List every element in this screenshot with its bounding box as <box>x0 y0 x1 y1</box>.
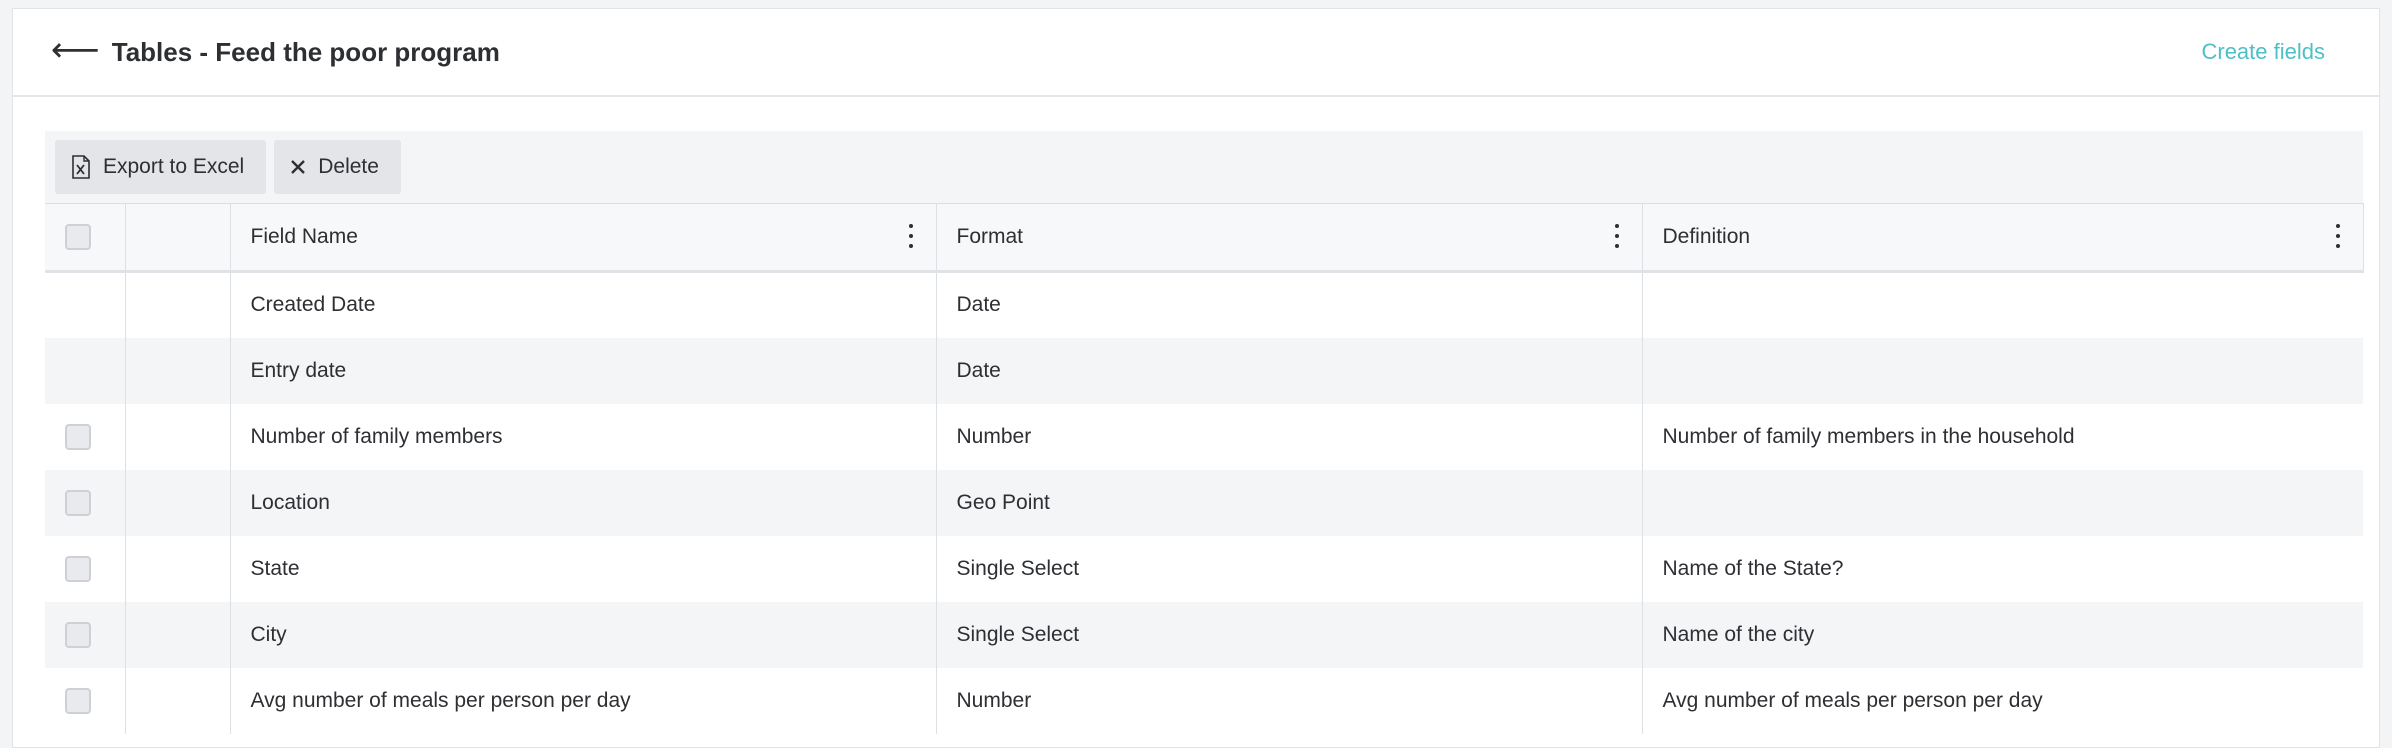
close-icon <box>290 159 306 175</box>
fields-grid: Export to Excel Delete Field Name Format… <box>45 131 2364 734</box>
definition-cell: Name of the city <box>1662 622 1815 646</box>
row-checkbox[interactable] <box>65 423 91 450</box>
column-header-label: Field Name <box>250 225 358 248</box>
row-checkbox[interactable] <box>65 555 91 582</box>
delete-label: Delete <box>318 155 379 178</box>
fields-table: Field Name Format Definition Created Dat… <box>45 203 2364 734</box>
excel-file-icon <box>71 155 91 179</box>
page-title: Tables - Feed the poor program <box>111 36 500 67</box>
field-name-cell: State <box>230 535 937 602</box>
definition-cell <box>1642 470 2363 536</box>
format-cell: Date <box>936 337 1643 404</box>
field-name-cell: Location <box>230 469 937 536</box>
row-select-cell <box>45 535 126 602</box>
create-fields-link[interactable]: Create fields <box>2201 39 2325 65</box>
select-all-checkbox[interactable] <box>65 224 91 250</box>
row-spacer-cell <box>125 403 231 470</box>
fields-card: ⟵ Tables - Feed the poor program Create … <box>12 8 2380 748</box>
title-group: ⟵ Tables - Feed the poor program <box>51 33 500 68</box>
export-label: Export to Excel <box>103 155 245 178</box>
column-menu-icon[interactable] <box>2335 224 2341 248</box>
field-name-cell: Entry date <box>230 337 937 404</box>
table-row[interactable]: Created Date Date <box>45 271 2363 338</box>
column-header-label: Definition <box>1662 225 1751 248</box>
table-row[interactable]: State Single Select Name of the State? <box>45 535 2363 602</box>
column-header-field-name[interactable]: Field Name <box>230 203 937 273</box>
column-menu-icon[interactable] <box>1614 224 1620 248</box>
format-cell: Number <box>936 403 1643 470</box>
grid-toolbar: Export to Excel Delete <box>45 131 2363 203</box>
table-row[interactable]: Number of family members Number Number of … <box>45 403 2363 470</box>
row-select-cell <box>45 337 126 404</box>
format-cell: Date <box>936 271 1643 338</box>
table-row[interactable]: Location Geo Point <box>45 469 2363 536</box>
export-to-excel-button[interactable]: Export to Excel <box>55 140 267 194</box>
table-row[interactable]: Entry date Date <box>45 337 2363 404</box>
row-select-cell <box>45 403 126 470</box>
row-spacer-cell <box>125 535 231 602</box>
row-spacer-cell <box>125 271 231 338</box>
table-header-row: Field Name Format Definition <box>45 203 2364 273</box>
row-spacer-cell <box>125 469 231 536</box>
row-spacer-cell <box>125 337 231 404</box>
row-checkbox[interactable] <box>65 687 91 714</box>
row-select-cell <box>45 601 126 668</box>
column-header-definition[interactable]: Definition <box>1642 203 2364 273</box>
field-name-cell: Number of family members <box>230 403 937 470</box>
format-cell: Geo Point <box>936 469 1643 536</box>
row-select-cell <box>45 667 126 734</box>
row-spacer-cell <box>125 601 231 668</box>
row-select-cell <box>45 271 126 338</box>
table-row[interactable]: Avg number of meals per person per day Nu… <box>45 667 2363 734</box>
row-checkbox[interactable] <box>65 489 91 516</box>
definition-cell: Name of the State? <box>1662 556 1844 580</box>
definition-cell <box>1642 272 2363 338</box>
field-name-cell: Created Date <box>230 271 937 338</box>
spacer-header <box>125 203 231 273</box>
column-header-label: Format <box>956 225 1024 248</box>
format-cell: Single Select <box>936 601 1643 668</box>
format-cell: Number <box>936 667 1643 734</box>
row-checkbox[interactable] <box>65 621 91 648</box>
column-header-format[interactable]: Format <box>936 203 1643 273</box>
definition-cell: Number of family members in the househol… <box>1662 424 2075 448</box>
format-cell: Single Select <box>936 535 1643 602</box>
page-header: ⟵ Tables - Feed the poor program Create … <box>13 9 2379 97</box>
select-all-cell <box>45 203 126 273</box>
field-name-cell: Avg number of meals per person per day <box>230 667 937 734</box>
definition-cell <box>1642 338 2363 404</box>
column-menu-icon[interactable] <box>908 224 914 248</box>
row-spacer-cell <box>125 667 231 734</box>
row-select-cell <box>45 469 126 536</box>
delete-button[interactable]: Delete <box>274 140 401 194</box>
arrow-left-icon[interactable]: ⟵ <box>51 33 100 67</box>
definition-cell: Avg number of meals per person per day <box>1662 688 2043 712</box>
table-row[interactable]: City Single Select Name of the city <box>45 601 2363 668</box>
field-name-cell: City <box>230 601 937 668</box>
